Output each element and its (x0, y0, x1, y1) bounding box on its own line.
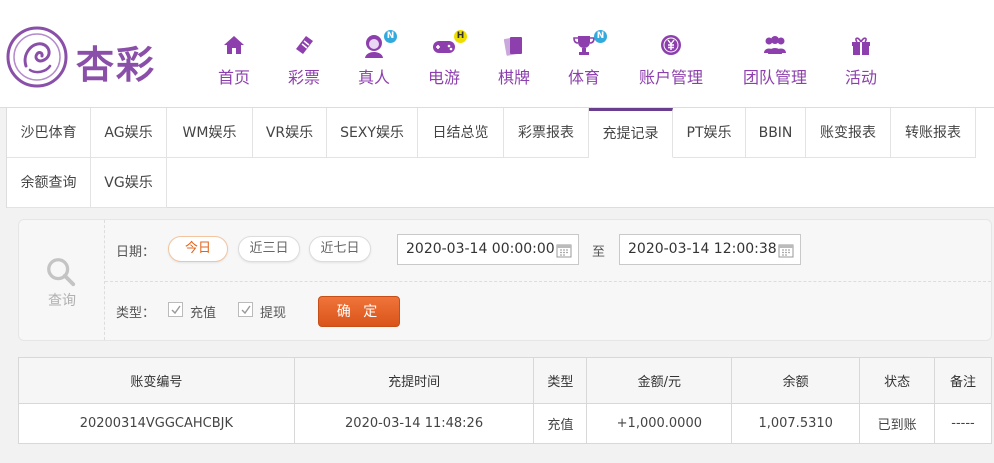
to-label: 至 (592, 245, 606, 260)
tab-lottery-report[interactable]: 彩票报表 (504, 108, 589, 158)
tab-bbin[interactable]: BBIN (746, 108, 806, 158)
lottery-ticket-icon (291, 32, 317, 58)
checkbox-icon[interactable] (168, 302, 183, 317)
nav-label: 真人 (357, 68, 390, 87)
report-tabs: 沙巴体育 AG娱乐 WM娱乐 VR娱乐 SEXY娱乐 日结总览 彩票报表 充提记… (6, 108, 994, 208)
nav-label: 团队管理 (742, 68, 807, 87)
nav-item-team[interactable]: 团队管理 (739, 30, 811, 90)
magnifier-icon (47, 258, 76, 287)
column-header: 充提时间 (293, 357, 535, 404)
live-dealer-icon: N (361, 30, 397, 58)
nav-label: 棋牌 (497, 68, 530, 87)
column-header: 余额 (731, 357, 861, 404)
column-header: 金额/元 (586, 357, 733, 404)
tab-sexy[interactable]: SEXY娱乐 (327, 108, 418, 158)
tab-saba-sports[interactable]: 沙巴体育 (7, 108, 91, 158)
trophy-icon: N (571, 30, 607, 58)
records-table: 账变编号 充提时间 类型 金额/元 余额 状态 备注 20200314VGGCA… (18, 357, 992, 444)
tab-deposit-withdraw-records[interactable]: 充提记录 (589, 108, 673, 158)
tab-daily-summary[interactable]: 日结总览 (418, 108, 504, 158)
tab-balance-query[interactable]: 余额查询 (7, 158, 91, 208)
nav-item-egame[interactable]: H 电游 (415, 30, 473, 90)
checkbox-label: 提现 (260, 306, 287, 321)
brand-name: 杏彩 (76, 42, 157, 87)
range-today-button[interactable]: 今日 (168, 236, 228, 262)
start-date-value: 2020-03-14 00:00:00 (406, 241, 555, 257)
tab-pt[interactable]: PT娱乐 (673, 108, 746, 158)
logo-emblem-icon (6, 26, 68, 88)
query-label: 查询 (48, 293, 76, 309)
nav-item-sports[interactable]: N 体育 (555, 30, 613, 90)
type-cell: 充值 (533, 403, 588, 444)
nav-label: 彩票 (287, 68, 320, 87)
transaction-id-cell: 20200314VGGCAHCBJK (18, 403, 295, 444)
nav-label: 电游 (427, 68, 460, 87)
new-badge: N (384, 30, 397, 43)
nav-item-home[interactable]: 首页 (205, 30, 263, 90)
team-icon (762, 32, 788, 58)
nav-label: 体育 (567, 68, 600, 87)
nav-label: 账户管理 (638, 68, 703, 87)
gift-icon (848, 32, 874, 58)
tab-vg[interactable]: VG娱乐 (91, 158, 167, 208)
query-panel: 查询 日期： 今日 近三日 近七日 2020-03-14 00:00:00 至 … (18, 219, 992, 341)
brand-logo[interactable]: 杏彩 (6, 26, 157, 88)
nav-item-promotions[interactable]: 活动 (841, 30, 881, 90)
end-date-input[interactable]: 2020-03-14 12:00:38 (619, 234, 801, 265)
nav-item-account[interactable]: 账户管理 (635, 30, 707, 90)
confirm-button[interactable]: 确 定 (318, 296, 400, 327)
checkbox-icon[interactable] (238, 302, 253, 317)
nav-item-live[interactable]: N 真人 (345, 30, 403, 90)
nav-item-lottery[interactable]: 彩票 (275, 30, 333, 90)
range-3days-button[interactable]: 近三日 (238, 236, 300, 262)
tab-ag[interactable]: AG娱乐 (91, 108, 167, 158)
nav-item-cards[interactable]: 棋牌 (485, 30, 543, 90)
tab-vr[interactable]: VR娱乐 (253, 108, 327, 158)
type-label: 类型： (116, 306, 156, 321)
tab-wm[interactable]: WM娱乐 (167, 108, 253, 158)
checkbox-label: 充值 (190, 306, 217, 321)
tab-transfer-report[interactable]: 转账报表 (891, 108, 976, 158)
status-cell: 已到账 (859, 403, 936, 444)
hot-badge: H (454, 30, 467, 43)
type-withdraw-checkbox[interactable]: 提现 (238, 302, 298, 321)
remark-cell: ----- (934, 403, 992, 444)
start-date-input[interactable]: 2020-03-14 00:00:00 (397, 234, 579, 265)
query-side: 查询 (19, 220, 105, 340)
type-deposit-checkbox[interactable]: 充值 (168, 302, 228, 321)
new-badge: N (594, 30, 607, 43)
table-row: 20200314VGGCAHCBJK 2020-03-14 11:48:26 充… (18, 403, 992, 444)
calendar-icon[interactable] (778, 242, 794, 258)
end-date-value: 2020-03-14 12:00:38 (628, 241, 777, 257)
yen-coin-icon (658, 32, 684, 58)
column-header: 账变编号 (18, 357, 295, 404)
tab-transaction-report[interactable]: 账变报表 (806, 108, 891, 158)
amount-cell: +1,000.0000 (586, 403, 733, 444)
column-header: 类型 (533, 357, 588, 404)
calendar-icon[interactable] (556, 242, 572, 258)
home-icon (221, 32, 247, 58)
gamepad-icon: H (431, 30, 467, 58)
table-header-row: 账变编号 充提时间 类型 金额/元 余额 状态 备注 (18, 357, 992, 404)
range-7days-button[interactable]: 近七日 (309, 236, 371, 262)
column-header: 备注 (934, 357, 992, 404)
nav-label: 活动 (844, 68, 877, 87)
column-header: 状态 (859, 357, 936, 404)
time-cell: 2020-03-14 11:48:26 (293, 403, 535, 444)
query-divider (105, 281, 991, 282)
cards-icon (501, 32, 527, 58)
site-header: 杏彩 首页 彩票 N 真人 H 电游 棋牌 N 体育 账户管理 团队管理 活动 (0, 0, 994, 108)
nav-label: 首页 (217, 68, 250, 87)
date-label: 日期： (116, 245, 156, 260)
balance-cell: 1,007.5310 (731, 403, 861, 444)
